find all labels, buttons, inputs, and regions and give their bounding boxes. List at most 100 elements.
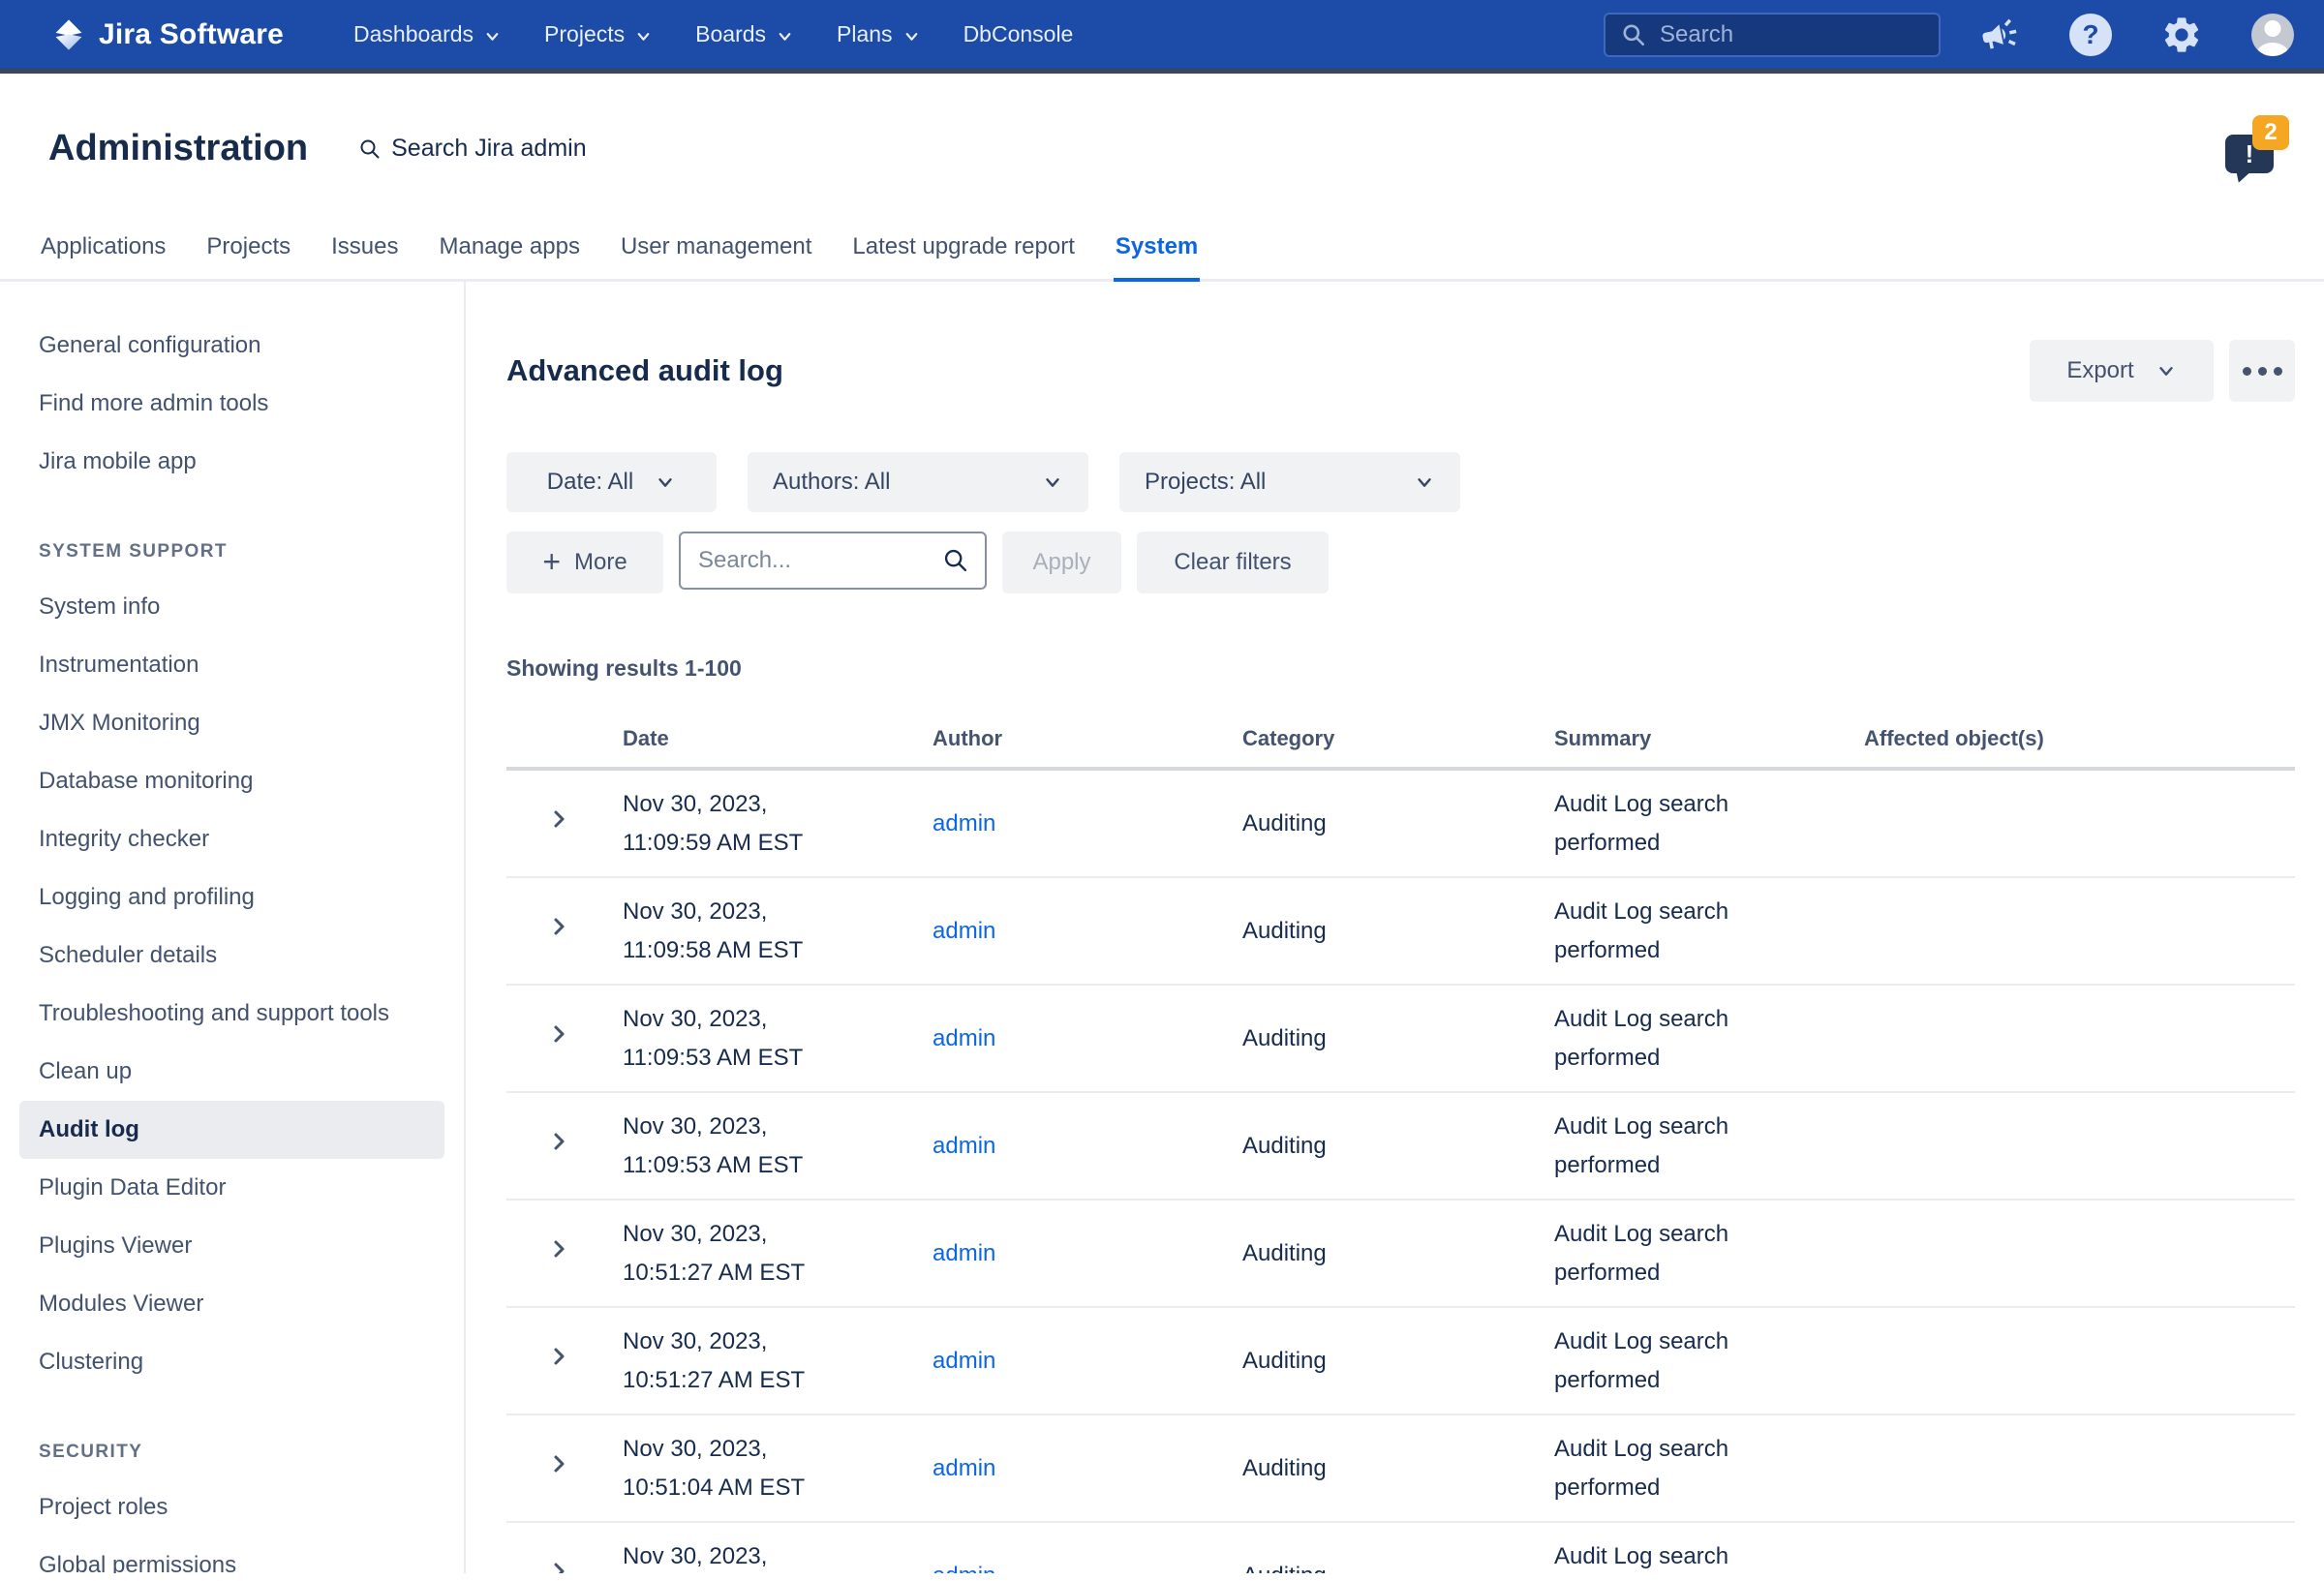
- tab-issues[interactable]: Issues: [329, 233, 400, 282]
- sidebar-item-general-configuration[interactable]: General configuration: [0, 317, 464, 375]
- sidebar-item-plugin-data-editor[interactable]: Plugin Data Editor: [0, 1159, 464, 1217]
- author-link[interactable]: admin: [933, 1240, 995, 1266]
- expand-row-chevron-icon[interactable]: [547, 1022, 570, 1046]
- table-row: Nov 30, 2023, 11:09:59 AM EST admin Audi…: [506, 769, 2295, 877]
- user-avatar[interactable]: [2250, 13, 2295, 57]
- search-jira-admin-button[interactable]: Search Jira admin: [358, 135, 586, 163]
- navbar-search-input[interactable]: Search: [1604, 13, 1941, 57]
- expand-row-chevron-icon[interactable]: [547, 1345, 570, 1368]
- expand-row-chevron-icon[interactable]: [547, 915, 570, 938]
- date-filter-dropdown[interactable]: Date: All: [506, 452, 717, 512]
- tab-manage-apps[interactable]: Manage apps: [438, 233, 582, 282]
- cell-author: admin: [933, 877, 1242, 985]
- date-line2: 11:09:53 AM EST: [623, 1039, 933, 1078]
- col-summary: Summary: [1554, 709, 1864, 769]
- sidebar-item-jmx-monitoring[interactable]: JMX Monitoring: [0, 694, 464, 752]
- avatar-body: [2257, 43, 2288, 56]
- cell-summary: Audit Log search performed: [1554, 985, 1864, 1092]
- clear-filters-button[interactable]: Clear filters: [1137, 532, 1329, 593]
- sidebar-item-clustering[interactable]: Clustering: [0, 1333, 464, 1391]
- gear-icon[interactable]: [2159, 13, 2204, 57]
- sidebar-item-audit-log[interactable]: Audit log: [19, 1101, 444, 1159]
- table-row: Nov 30, 2023, 10:51:04 AM EST admin Audi…: [506, 1522, 2295, 1573]
- sidebar-item-global-permissions[interactable]: Global permissions: [0, 1536, 464, 1573]
- sidebar-item-project-roles[interactable]: Project roles: [0, 1478, 464, 1536]
- more-filters-label: More: [574, 549, 627, 576]
- date-line1: Nov 30, 2023,: [623, 893, 933, 931]
- tab-user-management[interactable]: User management: [619, 233, 813, 282]
- sidebar-item-system-info[interactable]: System info: [0, 578, 464, 636]
- author-link[interactable]: admin: [933, 810, 995, 836]
- sidebar-item-modules-viewer[interactable]: Modules Viewer: [0, 1275, 464, 1333]
- sidebar-item-logging-and-profiling[interactable]: Logging and profiling: [0, 868, 464, 927]
- notifications-icon[interactable]: ! 2: [2225, 127, 2278, 171]
- expand-row-chevron-icon[interactable]: [547, 1452, 570, 1475]
- sidebar-item-instrumentation[interactable]: Instrumentation: [0, 636, 464, 694]
- summary-text: Audit Log search performed: [1554, 1108, 1748, 1185]
- more-filters-button[interactable]: + More: [506, 532, 663, 593]
- avatar: [2251, 14, 2294, 56]
- sidebar-item-clean-up[interactable]: Clean up: [0, 1043, 464, 1101]
- summary-text: Audit Log search performed: [1554, 1430, 1748, 1507]
- sidebar: General configurationFind more admin too…: [0, 282, 466, 1573]
- projects-filter-dropdown[interactable]: Projects: All: [1119, 452, 1460, 512]
- cell-date: Nov 30, 2023, 10:51:27 AM EST: [623, 1200, 933, 1307]
- tab-applications[interactable]: Applications: [39, 233, 168, 282]
- date-line1: Nov 30, 2023,: [623, 1000, 933, 1039]
- author-link[interactable]: admin: [933, 1348, 995, 1374]
- sidebar-item-integrity-checker[interactable]: Integrity checker: [0, 810, 464, 868]
- col-date: Date: [623, 709, 933, 769]
- author-link[interactable]: admin: [933, 1133, 995, 1159]
- sidebar-item-plugins-viewer[interactable]: Plugins Viewer: [0, 1217, 464, 1275]
- navbar-menu-item[interactable]: Plans: [837, 21, 921, 47]
- navbar-menu-item[interactable]: Projects: [544, 21, 653, 47]
- cell-summary: Audit Log search performed: [1554, 1522, 1864, 1573]
- cell-date: Nov 30, 2023, 11:09:53 AM EST: [623, 1092, 933, 1200]
- main-panel: Advanced audit log Export Date: All: [466, 282, 2324, 1573]
- cell-affected-objects: [1864, 1522, 2295, 1573]
- audit-log-table: DateAuthorCategorySummaryAffected object…: [506, 709, 2295, 1573]
- expand-row-chevron-icon[interactable]: [547, 1560, 570, 1573]
- author-link[interactable]: admin: [933, 1455, 995, 1481]
- avatar-head: [2265, 20, 2281, 37]
- export-button[interactable]: Export: [2030, 340, 2214, 402]
- sidebar-item-jira-mobile-app[interactable]: Jira mobile app: [0, 433, 464, 491]
- sidebar-item-database-monitoring[interactable]: Database monitoring: [0, 752, 464, 810]
- search-icon: [1621, 22, 1646, 47]
- sidebar-item-scheduler-details[interactable]: Scheduler details: [0, 927, 464, 985]
- authors-filter-label: Authors: All: [773, 469, 890, 496]
- col-affected-object-s-: Affected object(s): [1864, 709, 2295, 769]
- audit-search-input[interactable]: [698, 547, 911, 574]
- expand-row-chevron-icon[interactable]: [547, 807, 570, 831]
- cell-affected-objects: [1864, 1414, 2295, 1522]
- megaphone-icon[interactable]: [1977, 13, 2022, 57]
- jira-logo[interactable]: Jira Software: [52, 18, 284, 51]
- navbar-menu-item[interactable]: Dashboards: [353, 21, 502, 47]
- author-link[interactable]: admin: [933, 918, 995, 944]
- author-link[interactable]: admin: [933, 1025, 995, 1051]
- expand-row-chevron-icon[interactable]: [547, 1130, 570, 1153]
- date-line2: 11:09:53 AM EST: [623, 1146, 933, 1185]
- tab-system[interactable]: System: [1114, 233, 1200, 282]
- tab-projects[interactable]: Projects: [204, 233, 292, 282]
- cell-category: Auditing: [1242, 1092, 1554, 1200]
- search-icon[interactable]: [942, 547, 969, 574]
- top-navbar: Jira Software Dashboards Projects Boards Pl…: [0, 0, 2324, 74]
- navbar-menu-item[interactable]: DbConsole: [963, 21, 1074, 47]
- sidebar-section: SYSTEM SUPPORTSystem infoInstrumentation…: [0, 541, 464, 1391]
- cell-affected-objects: [1864, 1307, 2295, 1414]
- apply-button[interactable]: Apply: [1002, 532, 1121, 593]
- authors-filter-dropdown[interactable]: Authors: All: [748, 452, 1088, 512]
- tab-latest-upgrade-report[interactable]: Latest upgrade report: [850, 233, 1077, 282]
- more-options-button[interactable]: [2229, 340, 2295, 402]
- cell-category: Auditing: [1242, 877, 1554, 985]
- search-jira-admin-label: Search Jira admin: [391, 135, 586, 163]
- navbar-menu-item[interactable]: Boards: [695, 21, 794, 47]
- sidebar-item-find-more-admin-tools[interactable]: Find more admin tools: [0, 375, 464, 433]
- sidebar-item-troubleshooting-and-support-tools[interactable]: Troubleshooting and support tools: [0, 985, 464, 1043]
- help-icon[interactable]: ?: [2068, 13, 2113, 57]
- author-link[interactable]: admin: [933, 1563, 995, 1573]
- navbar-menu-label: Boards: [695, 21, 766, 47]
- cell-summary: Audit Log search performed: [1554, 877, 1864, 985]
- expand-row-chevron-icon[interactable]: [547, 1237, 570, 1261]
